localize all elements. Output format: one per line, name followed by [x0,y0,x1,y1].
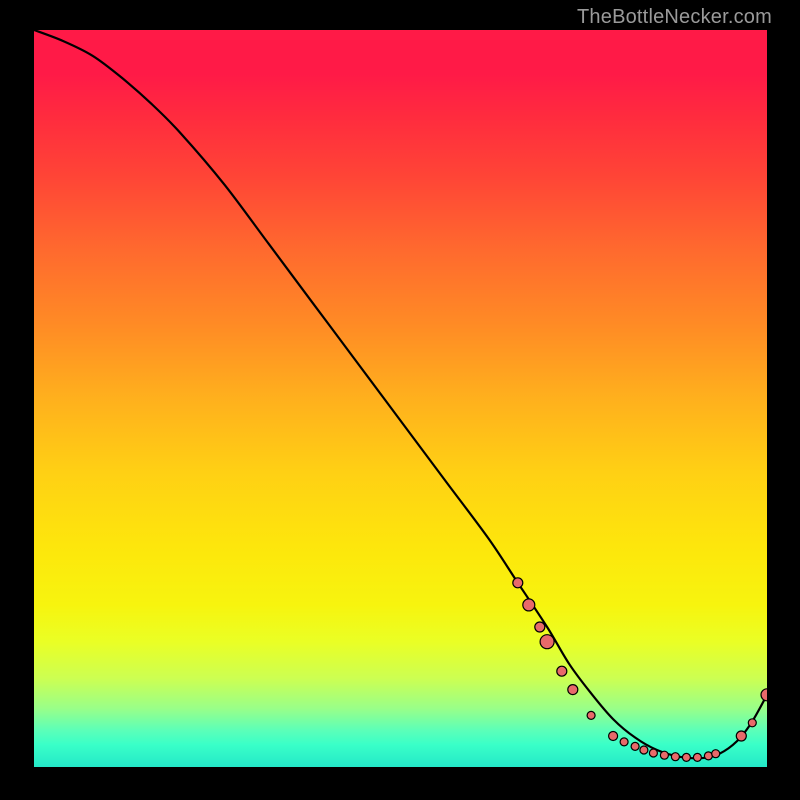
highlight-dot [748,719,756,727]
highlight-dot [523,599,535,611]
highlight-dot [660,751,668,759]
highlight-dot [693,753,701,761]
highlight-dot [587,711,595,719]
highlight-dot [671,753,679,761]
highlight-dot [736,731,746,741]
highlight-dot [682,753,690,761]
watermark-text: TheBottleNecker.com [577,6,772,29]
highlight-dot [712,750,720,758]
chart-stage: TheBottleNecker.com [0,0,800,800]
highlight-dot [535,622,545,632]
curve-layer [34,30,767,767]
plot-area [34,30,767,767]
highlight-dot [649,749,657,757]
highlight-dot [540,635,554,649]
highlight-dot [609,732,618,741]
highlight-dots-group [513,578,767,762]
bottleneck-curve [34,30,767,758]
highlight-dot [761,689,767,701]
highlight-dot [568,685,578,695]
highlight-dot [640,746,648,754]
highlight-dot [620,738,628,746]
highlight-dot [631,742,639,750]
highlight-dot [513,578,523,588]
highlight-dot [557,666,567,676]
